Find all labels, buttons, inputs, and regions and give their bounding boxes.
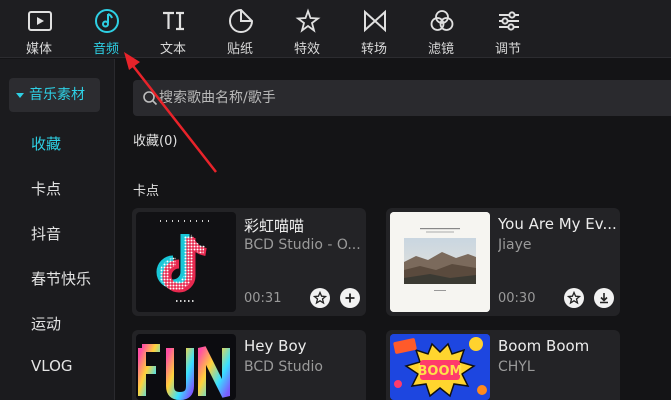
song-title: 彩虹喵喵: [244, 217, 305, 235]
tab-label: 调节: [494, 42, 521, 57]
add-button[interactable]: [340, 288, 360, 308]
thumbnail-fun-text: [136, 334, 236, 400]
fun-logo-image: [138, 344, 230, 400]
boom-comic-image: BOOM: [390, 334, 490, 400]
favorite-button[interactable]: [564, 288, 584, 308]
music-card[interactable]: BOOM Boom Boom CHYL: [386, 330, 620, 400]
song-artist: CHYL: [498, 359, 535, 375]
song-duration: 00:30: [498, 291, 536, 306]
search-icon: [143, 91, 158, 106]
tab-label: 媒体: [25, 42, 52, 57]
filter-circles-icon: [430, 10, 454, 31]
tab-audio[interactable]: 音频: [74, 0, 138, 58]
favorite-button[interactable]: [310, 288, 330, 308]
tab-adjust[interactable]: 调节: [476, 0, 540, 58]
sidebar-item-beats[interactable]: 卡点: [31, 178, 61, 199]
song-title: Boom Boom: [498, 337, 590, 355]
album-cover-image: [390, 212, 490, 312]
tab-label: 贴纸: [226, 42, 253, 57]
sticker-icon: [229, 8, 254, 33]
search-bar: [133, 80, 671, 116]
song-artist: Jiaye: [498, 237, 532, 253]
tab-label: 转场: [360, 42, 387, 57]
sidebar-item-vlog[interactable]: VLOG: [31, 357, 73, 375]
sidebar-item-sports[interactable]: 运动: [31, 313, 61, 334]
tiktok-logo-icon: [156, 220, 209, 302]
song-artist: BCD Studio: [244, 359, 323, 375]
sidebar-item-favorites[interactable]: 收藏: [31, 133, 61, 154]
tab-label: 特效: [293, 42, 320, 57]
top-toolbar: 媒体 音频 文本 贴纸 特效 转场 滤镜 调节: [0, 0, 671, 58]
tab-label: 音频: [92, 42, 119, 57]
tab-media[interactable]: 媒体: [7, 0, 71, 58]
adjust-sliders-icon: [499, 11, 519, 31]
category-sidebar: 音乐素材 收藏 卡点 抖音 春节快乐 运动 VLOG: [0, 59, 115, 400]
search-input[interactable]: [159, 80, 659, 116]
song-duration: 00:31: [244, 291, 282, 306]
tab-sticker[interactable]: 贴纸: [208, 0, 272, 58]
music-card[interactable]: You Are My Ev... Jiaye 00:30: [386, 208, 620, 316]
music-note-icon: [95, 9, 119, 33]
tab-text[interactable]: 文本: [141, 0, 205, 58]
tab-effects[interactable]: 特效: [275, 0, 339, 58]
sidebar-header-music[interactable]: 音乐素材: [9, 78, 100, 112]
song-title: You Are My Ev...: [498, 215, 616, 233]
text-ti-icon: [163, 11, 184, 31]
sidebar-header-label: 音乐素材: [29, 87, 85, 103]
star-icon: [313, 291, 327, 305]
tab-label: 文本: [159, 42, 186, 57]
music-card[interactable]: Hey Boy BCD Studio: [132, 330, 366, 400]
favorites-section-title: 收藏(0): [133, 134, 178, 149]
song-title: Hey Boy: [244, 337, 307, 355]
thumbnail-boom-comic: BOOM: [390, 334, 490, 400]
sidebar-item-spring-festival[interactable]: 春节快乐: [31, 268, 91, 289]
media-play-icon: [28, 11, 52, 31]
tab-filter[interactable]: 滤镜: [409, 0, 473, 58]
sidebar-item-douyin[interactable]: 抖音: [31, 223, 61, 244]
plus-icon: [345, 293, 355, 303]
boom-logo-lettering: BOOM: [418, 364, 463, 379]
transition-bowtie-icon: [364, 9, 386, 33]
tab-label: 滤镜: [427, 42, 454, 57]
effects-star-icon: [295, 8, 321, 33]
caret-down-icon: [16, 92, 24, 98]
thumbnail-landscape-photo: [390, 212, 490, 312]
song-artist: BCD Studio - O...: [244, 237, 361, 253]
download-icon: [600, 293, 608, 304]
beats-section-title: 卡点: [133, 184, 160, 199]
thumbnail-tiktok-logo: [136, 212, 236, 312]
download-button[interactable]: [594, 288, 614, 308]
music-card[interactable]: 彩虹喵喵 BCD Studio - O... 00:31: [132, 208, 366, 316]
tab-transition[interactable]: 转场: [342, 0, 406, 58]
star-icon: [567, 291, 581, 305]
